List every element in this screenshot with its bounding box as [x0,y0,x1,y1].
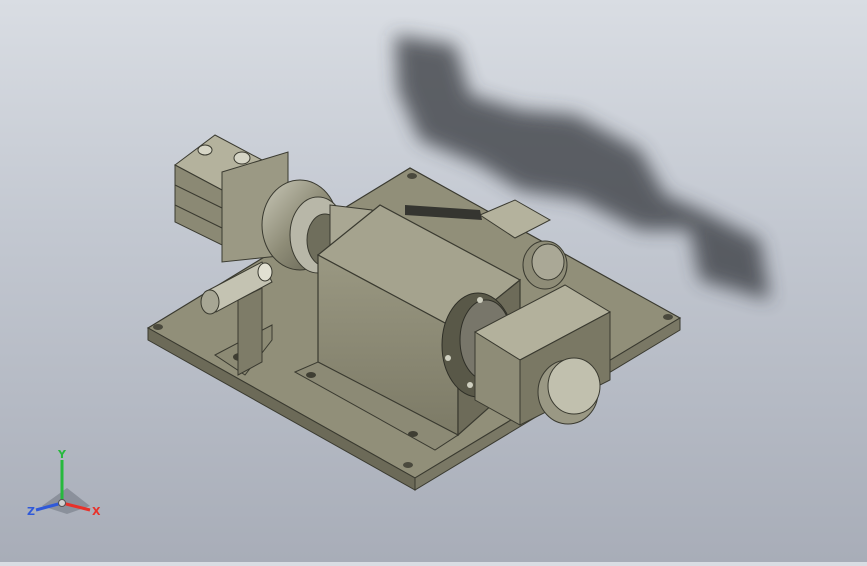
triad-base [42,488,90,514]
y-axis-label: Y [57,448,67,461]
triad-origin [58,499,66,507]
z-axis-label: Z [27,505,35,518]
triad-graphic: Y X Z [27,448,101,518]
assembly-render[interactable] [0,0,867,562]
x-axis-label: X [92,505,101,518]
orientation-triad[interactable]: Y X Z [22,448,112,528]
model-viewport[interactable]: Y X Z [0,0,867,562]
